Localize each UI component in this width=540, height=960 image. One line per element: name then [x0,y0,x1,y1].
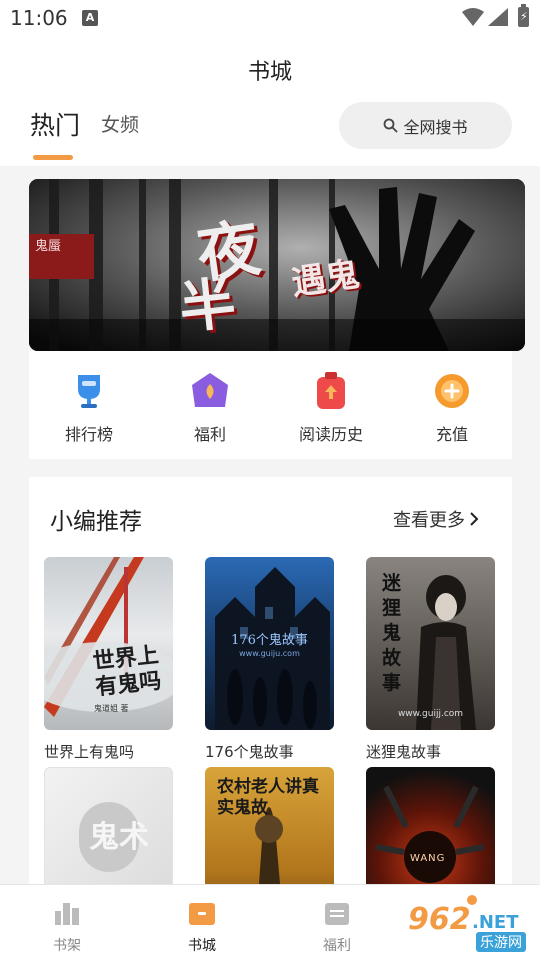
bottomnav-label-bookstore: 书城 [188,938,216,954]
search-button[interactable]: 全网搜书 [339,102,512,149]
trophy-icon [69,371,109,411]
quicknav-label-recharge: 充值 [435,425,468,444]
bottomnav-bookshelf[interactable]: 书架 [27,899,107,955]
book-cover-author: 鬼道姐 著 [94,704,129,713]
battery-icon: ⚡ [518,4,529,27]
book-cover-text: 迷狸鬼故事 [382,572,402,694]
search-icon [384,118,398,133]
status-bar: 11:06 A ⚡ [0,0,540,36]
notification-icon: A [82,10,98,26]
book-cover-text: 农村老人讲真实鬼故 [217,777,319,818]
banner-title-2: 半 [176,270,239,342]
recommend-section: 小编推荐 查看更多 世界上有鬼吗 鬼道姐 著 世界上有鬼吗 176个鬼故事 ww… [29,477,512,940]
view-more-label: 查看更多 [393,510,465,531]
quicknav-recharge[interactable]: 充值 [397,371,507,445]
page-title: 书城 [247,60,292,85]
welfare-icon [323,899,351,927]
watermark-site: 乐游网 [476,932,526,952]
book-cover: 176个鬼故事 www.guiju.com [205,557,334,730]
book-card[interactable]: 迷狸鬼故事 www.guijj.com 迷狸鬼故事 [366,557,495,762]
header: 书城 热门 女频 全网搜书 [0,36,540,166]
search-label: 全网搜书 [403,117,468,137]
book-card[interactable]: 世界上有鬼吗 鬼道姐 著 世界上有鬼吗 [44,557,173,762]
banner[interactable]: 鬼蜃 夜 半 遇鬼 [29,179,525,351]
quicknav-label-welfare: 福利 [193,425,226,444]
bottomnav-label-welfare: 福利 [323,938,351,954]
chevron-right-icon [470,512,479,526]
book-cover: 迷狸鬼故事 www.guijj.com [366,557,495,730]
quicknav-history[interactable]: 阅读历史 [276,371,386,445]
history-icon [311,371,351,411]
book-title: 176个鬼故事 [205,743,294,761]
bottomnav-bookstore[interactable]: 书城 [162,899,242,955]
book-title: 迷狸鬼故事 [366,743,442,761]
quick-nav: 排行榜 福利 阅读历史 充值 [29,351,512,459]
book-cover-text: 世界上有鬼吗 [91,641,163,701]
watermark-number: 962 [408,902,471,937]
section-title: 小编推荐 [50,509,142,535]
banner-title-3: 遇鬼 [289,254,362,304]
book-cover: 世界上有鬼吗 鬼道姐 著 [44,557,173,730]
quicknav-label-history: 阅读历史 [298,425,363,444]
status-time: 11:06 [10,6,68,30]
tab-indicator [33,155,73,160]
coin-icon [432,371,472,411]
gift-icon [190,371,230,411]
bookshelf-icon [53,899,81,927]
watermark-suffix: .NET [472,912,519,933]
bottomnav-label-bookshelf: 书架 [53,938,81,954]
bookstore-icon [188,899,216,927]
bottomnav-welfare[interactable]: 福利 [297,899,377,955]
signal-icon [488,8,508,26]
quicknav-welfare[interactable]: 福利 [155,371,265,445]
book-cover-text: 176个鬼故事 [231,633,308,648]
wifi-icon [462,8,484,26]
book-cover-text: WANG [410,853,446,864]
banner-artwork [29,179,525,351]
book-cover-text: 鬼术 [89,820,149,855]
view-more-link[interactable]: 查看更多 [393,506,479,532]
tab-hot[interactable]: 热门 [30,106,80,142]
book-cover-url: www.guiju.com [239,649,300,658]
site-watermark: 962 .NET 乐游网 [400,890,536,956]
book-card[interactable]: 176个鬼故事 www.guiju.com 176个鬼故事 [205,557,334,762]
quicknav-label-rank: 排行榜 [64,425,113,444]
banner-tag: 鬼蜃 [35,239,62,254]
tab-female[interactable]: 女频 [101,110,139,137]
quicknav-rank[interactable]: 排行榜 [34,371,144,445]
book-title: 世界上有鬼吗 [44,743,135,761]
book-cover-url: www.guijj.com [397,709,464,719]
